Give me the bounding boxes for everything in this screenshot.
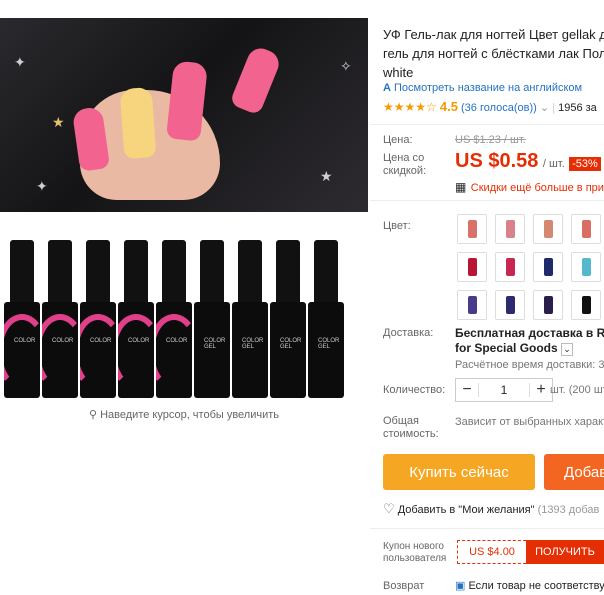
product-title: УФ Гель-лак для ногтей Цвет gellak д гел… <box>383 27 604 80</box>
current-price-row: US $0.58 / шт. -53% <box>455 150 601 173</box>
swatch-bottle-icon <box>543 258 553 276</box>
shield-icon: ▣ <box>455 580 466 592</box>
color-swatch[interactable] <box>495 290 525 320</box>
add-to-cart-button[interactable]: Добав <box>544 454 604 490</box>
color-swatch[interactable] <box>533 290 563 320</box>
swatch-bottle-icon <box>581 220 591 238</box>
zoom-hint: ⚲ Наведите курсор, чтобы увеличить <box>88 409 280 421</box>
swatch-bottle-icon <box>467 258 477 276</box>
bottle: COLOR GEL <box>270 240 306 400</box>
get-coupon-button[interactable]: ПОЛУЧИТЬ <box>526 540 604 564</box>
buy-now-button[interactable]: Купить сейчас <box>383 454 535 490</box>
swatch-bottle-icon <box>505 220 515 238</box>
swatch-bottle-icon <box>505 258 515 276</box>
wishlist-row[interactable]: ♡ Добавить в "Мои желания" (1393 добав <box>383 501 599 517</box>
color-swatch[interactable] <box>571 290 601 320</box>
coupon-amount: US $4.00 <box>457 540 526 564</box>
quantity-input[interactable]: 1 <box>478 383 530 397</box>
swatch-bottle-icon <box>467 220 477 238</box>
qr-code-icon: ▦ <box>455 180 467 194</box>
swatch-bottle-icon <box>581 258 591 276</box>
sparkle-icon: ✧ <box>340 58 352 74</box>
translate-link[interactable]: A Посмотреть название на английском <box>383 82 582 94</box>
shipping-label: Доставка: <box>383 327 434 339</box>
delivery-estimate: Расчётное время доставки: 30 <box>455 359 604 371</box>
swatch-bottle-icon <box>467 296 477 314</box>
color-swatch[interactable] <box>457 252 487 282</box>
shipping-method-2[interactable]: for Special Goods ⌄ <box>455 341 574 356</box>
price-label: Цена: <box>383 134 413 146</box>
old-price: US $1.23 / шт. <box>455 134 526 146</box>
total-value: Зависит от выбранных характ <box>455 416 604 428</box>
quantity-stepper[interactable]: − 1 + <box>455 378 553 402</box>
color-swatch[interactable] <box>571 214 601 244</box>
magnifier-icon: ⚲ <box>88 409 98 421</box>
bottle: COLOR <box>118 240 154 400</box>
app-promo[interactable]: ▦ Скидки ещё больше в прил <box>455 178 604 196</box>
bottle: COLOR <box>80 240 116 400</box>
product-bottles-image[interactable]: COLOR COLOR COLOR COLOR COLOR COLOR GEL … <box>0 240 368 405</box>
bottle: COLOR <box>156 240 192 400</box>
color-swatch[interactable] <box>495 214 525 244</box>
returns-label: Возврат <box>383 580 425 592</box>
heart-icon: ♡ <box>383 501 395 516</box>
chevron-down-icon[interactable]: ⌄ <box>540 102 549 114</box>
sparkle-icon: ✦ <box>14 54 26 70</box>
bottle: COLOR GEL <box>232 240 268 400</box>
star-rating-icon: ★★★★☆ <box>383 100 437 114</box>
divider <box>370 124 604 125</box>
nail-yellow <box>119 86 157 160</box>
discount-price-label: Цена со скидкой: <box>383 152 427 177</box>
plus-button[interactable]: + <box>530 381 552 399</box>
product-main-image[interactable]: ✦ ★ ✦ ✧ ★ <box>0 18 368 212</box>
shipping-method[interactable]: Бесплатная доставка в Russi <box>455 326 604 340</box>
bottle: COLOR <box>42 240 78 400</box>
quantity-label: Количество: <box>383 384 446 396</box>
color-swatch[interactable] <box>571 252 601 282</box>
coupon-label: Купон нового пользователя <box>383 541 447 564</box>
swatch-bottle-icon <box>581 296 591 314</box>
returns-info: ▣ Если товар не соответствуе <box>455 580 604 592</box>
stock-info: шт. (200 шт <box>550 384 604 396</box>
divider <box>370 200 604 201</box>
color-swatch[interactable] <box>533 214 563 244</box>
sparkle-icon: ★ <box>52 114 65 130</box>
swatch-bottle-icon <box>505 296 515 314</box>
color-swatch[interactable] <box>457 214 487 244</box>
bottle: COLOR <box>4 240 40 400</box>
swatch-bottle-icon <box>543 296 553 314</box>
minus-button[interactable]: − <box>456 381 478 399</box>
bottle: COLOR GEL <box>308 240 344 400</box>
color-swatch[interactable] <box>533 252 563 282</box>
color-swatch[interactable] <box>495 252 525 282</box>
current-price: US $0.58 <box>455 150 539 172</box>
total-label: Общая стоимость: <box>383 415 439 440</box>
reviews-link[interactable]: (36 голоса(ов)) <box>461 102 537 114</box>
swatch-bottle-icon <box>543 220 553 238</box>
rating-row: ★★★★☆ 4.5 (36 голоса(ов)) ⌄ | 1956 за <box>383 99 597 114</box>
discount-badge: -53% <box>569 157 601 171</box>
chevron-down-icon[interactable]: ⌄ <box>561 343 574 356</box>
divider <box>370 528 604 529</box>
sparkle-icon: ✦ <box>36 178 48 194</box>
color-label: Цвет: <box>383 220 411 232</box>
bottle: COLOR GEL <box>194 240 230 400</box>
color-swatch[interactable] <box>457 290 487 320</box>
sparkle-icon: ★ <box>320 168 333 184</box>
translate-icon: A <box>383 82 391 94</box>
nail-pink <box>229 44 283 116</box>
